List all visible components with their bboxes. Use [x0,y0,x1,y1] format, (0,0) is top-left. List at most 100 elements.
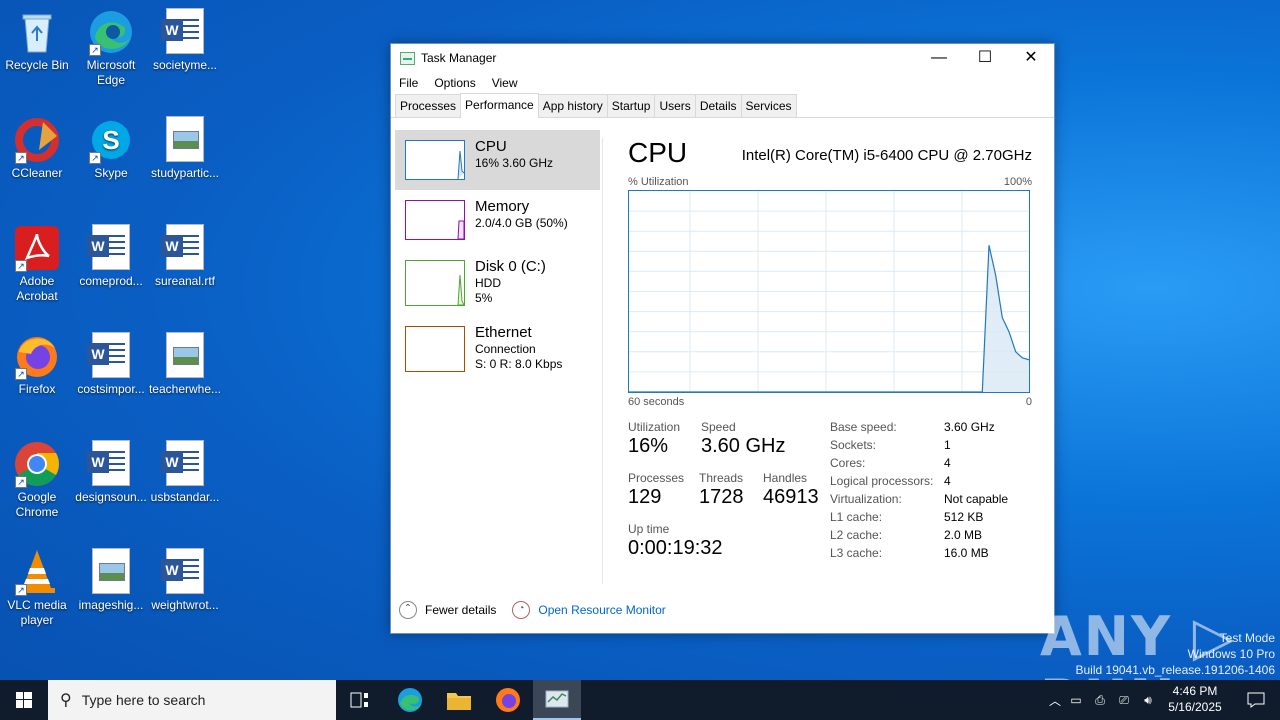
tab-services[interactable]: Services [740,94,797,117]
desktop-icon-ccleaner[interactable]: ↗ CCleaner [0,116,74,181]
desktop-icon-imageshig[interactable]: imageshig... [74,548,148,613]
start-button[interactable] [0,680,48,720]
panel-divider[interactable] [602,138,603,584]
desktop-icon-costsimpor[interactable]: W costsimpor... [74,332,148,397]
spec-key: L3 cache: [830,546,883,560]
desktop-icon-teacherwhe[interactable]: teacherwhe... [148,332,222,397]
chevron-up-icon[interactable]: ︿ [1046,692,1064,709]
image-file-icon [161,332,209,380]
desktop-icon-label: Google Chrome [15,490,59,519]
recycle-bin-icon [13,8,61,56]
y-axis-label: % Utilization [628,176,689,188]
desktop-icon-comeprod[interactable]: W comeprod... [74,224,148,289]
chevron-up-icon[interactable]: ⌃ [399,601,417,619]
folder-icon [447,693,471,710]
desktop-icon-skype[interactable]: S ↗ Skype [74,116,148,181]
desktop-icon-weightwrot[interactable]: W weightwrot... [148,548,222,613]
taskbar-search-box[interactable]: ⚲ Type here to search [48,680,336,720]
spec-key: Logical processors: [830,474,934,488]
desktop-icon-adobe-acrobat[interactable]: ↗ Adobe Acrobat [0,224,74,304]
open-resource-monitor-link[interactable]: Open Resource Monitor [538,603,665,617]
system-watermark: Test Mode Windows 10 Pro Build 19041.vb_… [1076,630,1276,678]
maximize-button[interactable]: ☐ [962,44,1008,72]
desktop-icon-societyme[interactable]: W societyme... [148,8,222,73]
sidebar-item-title: Memory [475,198,530,215]
minimize-button[interactable]: — [916,44,962,72]
desktop-icon-label: sureanal.rtf [154,274,216,288]
stat-label: Processes [628,471,685,485]
desktop-icon-microsoft-edge[interactable]: ↗ Microsoft Edge [74,8,148,88]
spec-key: Sockets: [830,438,877,452]
tab-processes[interactable]: Processes [395,94,462,117]
action-center-button[interactable] [1232,680,1280,720]
meet-now-icon[interactable]: ⎙ [1088,693,1112,708]
tab-startup[interactable]: Startup [606,94,656,117]
word-document-icon: W [87,332,135,380]
shortcut-arrow-icon: ↗ [15,476,27,488]
task-manager-window: Task Manager — ☐ ✕ File Options View Pro… [390,43,1055,634]
desktop-icon-vlc[interactable]: ↗ VLC media player [0,548,74,628]
tablet-icon[interactable]: ▭ [1064,693,1088,707]
cpu-utilization-graph [628,190,1030,393]
sidebar-item-cpu[interactable]: CPU 16% 3.60 GHz [395,130,600,190]
sidebar-item-detail: HDD [475,276,501,290]
sidebar-item-detail-2: 5% [475,291,493,305]
shortcut-arrow-icon: ↗ [15,368,27,380]
spec-row: Sockets: 1 [830,438,1030,456]
taskbar-edge-button[interactable] [386,680,434,720]
desktop-icon-label: Recycle Bin [5,58,69,72]
task-view-button[interactable] [336,680,384,720]
network-icon[interactable]: ⎚ [1112,693,1136,708]
fewer-details-link[interactable]: Fewer details [425,603,496,617]
menu-file[interactable]: File [399,76,418,90]
desktop-icon-label: comeprod... [79,274,143,288]
window-title: Task Manager [421,51,497,65]
sidebar-item-memory[interactable]: Memory 2.0/4.0 GB (50%) [395,190,600,250]
adobe-acrobat-icon: ↗ [13,224,61,272]
desktop-icon-firefox[interactable]: ↗ Firefox [0,332,74,397]
image-file-icon [87,548,135,596]
minimize-icon: — [931,49,947,66]
stat-value: 16% [628,435,669,457]
spec-value: 2.0 MB [944,528,983,542]
tab-users[interactable]: Users [654,94,696,117]
taskbar-task-manager-button[interactable] [533,680,581,720]
desktop-icon-usbstandar[interactable]: W usbstandar... [148,440,222,505]
taskbar-file-explorer-button[interactable] [435,680,483,720]
sidebar-item-disk[interactable]: Disk 0 (C:) HDD 5% [395,250,600,310]
desktop-icon-sureanal[interactable]: W sureanal.rtf [148,224,222,289]
watermark-line-2: Windows 10 Pro [1187,647,1275,661]
sidebar-item-ethernet[interactable]: Ethernet Connection S: 0 R: 8.0 Kbps [395,316,600,376]
tab-performance[interactable]: Performance [460,93,539,118]
cpu-usage-line [629,245,1029,392]
desktop-icon-designsoun[interactable]: W designsoun... [74,440,148,505]
volume-icon[interactable]: 🔊︎ [1136,693,1160,708]
stat-label: Speed [701,420,736,434]
desktop-icon-label: Adobe Acrobat [16,274,58,303]
sidebar-item-title: Disk 0 (C:) [475,258,546,275]
spec-value: 512 KB [944,510,984,524]
spec-row: Base speed: 3.60 GHz [830,420,1030,438]
microsoft-edge-icon [398,688,422,712]
notification-icon [1247,692,1265,708]
tab-details[interactable]: Details [694,94,742,117]
close-button[interactable]: ✕ [1008,44,1054,72]
sidebar-item-detail: Connection [475,342,536,356]
sidebar-item-detail: 16% 3.60 GHz [475,156,554,170]
desktop-icon-label: CCleaner [11,166,63,180]
menu-view[interactable]: View [492,76,518,90]
desktop-icon-google-chrome[interactable]: ↗ Google Chrome [0,440,74,520]
windows-logo-icon [16,692,32,708]
sidebar-item-detail-2: S: 0 R: 8.0 Kbps [475,357,563,371]
menu-options[interactable]: Options [434,76,475,90]
task-manager-icon [545,690,569,708]
tab-app-history[interactable]: App history [537,94,608,117]
title-bar[interactable]: Task Manager — ☐ ✕ [391,44,1054,72]
taskbar-firefox-button[interactable] [484,680,532,720]
stat-value: 129 [628,486,662,508]
cpu-graph-svg [629,191,1029,392]
system-tray: ︿ ▭ ⎙ ⎚ 🔊︎ [1046,680,1160,720]
desktop-icon-studypartic[interactable]: studypartic... [148,116,222,181]
desktop-icon-recycle-bin[interactable]: Recycle Bin [0,8,74,73]
taskbar-clock[interactable]: 4:46 PM 5/16/2025 [1162,683,1228,715]
